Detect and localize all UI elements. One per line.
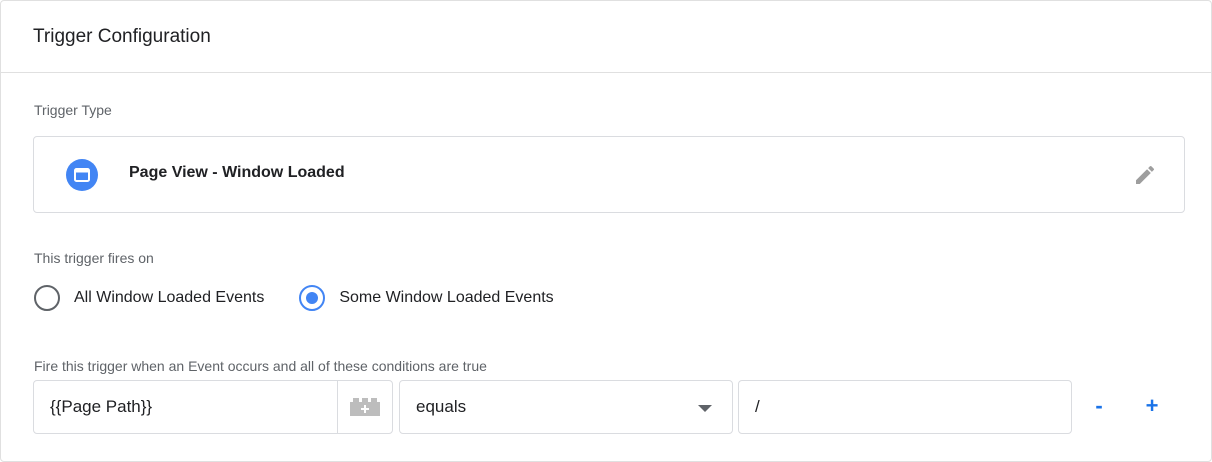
trigger-type-name: Page View - Window Loaded xyxy=(129,164,345,181)
radio-label: All Window Loaded Events xyxy=(74,289,265,306)
radio-all-window-loaded-events[interactable]: All Window Loaded Events xyxy=(34,285,264,311)
condition-variable-field[interactable]: {{Page Path}} xyxy=(33,380,393,434)
condition-operator-select[interactable]: equals xyxy=(399,380,733,434)
fires-on-label: This trigger fires on xyxy=(34,250,154,266)
card-header: Trigger Configuration xyxy=(1,1,1211,73)
fires-on-radio-group: All Window Loaded Events Some Window Loa… xyxy=(34,285,554,311)
add-condition-button[interactable]: + xyxy=(1137,391,1167,421)
radio-some-window-loaded-events[interactable]: Some Window Loaded Events xyxy=(299,285,554,311)
variable-picker-button[interactable] xyxy=(337,381,392,433)
conditions-label: Fire this trigger when an Event occurs a… xyxy=(34,358,487,374)
chevron-down-icon xyxy=(698,405,712,412)
trigger-type-label: Trigger Type xyxy=(34,102,112,118)
condition-operator-value: equals xyxy=(416,397,467,416)
radio-checked-icon[interactable] xyxy=(299,285,326,311)
pencil-icon[interactable] xyxy=(1130,160,1160,190)
radio-label: Some Window Loaded Events xyxy=(339,289,554,306)
browser-window-icon xyxy=(66,159,98,191)
building-block-icon xyxy=(350,398,380,416)
radio-unchecked-icon[interactable] xyxy=(34,285,60,311)
condition-value-input[interactable]: / xyxy=(738,380,1072,434)
condition-value-text: / xyxy=(755,397,760,416)
remove-condition-button[interactable]: - xyxy=(1084,391,1114,421)
condition-variable-value: {{Page Path}} xyxy=(50,397,153,416)
trigger-configuration-card: Trigger Configuration Trigger Type Page … xyxy=(0,0,1212,462)
trigger-type-selector[interactable]: Page View - Window Loaded xyxy=(33,136,1185,213)
card-title: Trigger Configuration xyxy=(33,25,211,47)
